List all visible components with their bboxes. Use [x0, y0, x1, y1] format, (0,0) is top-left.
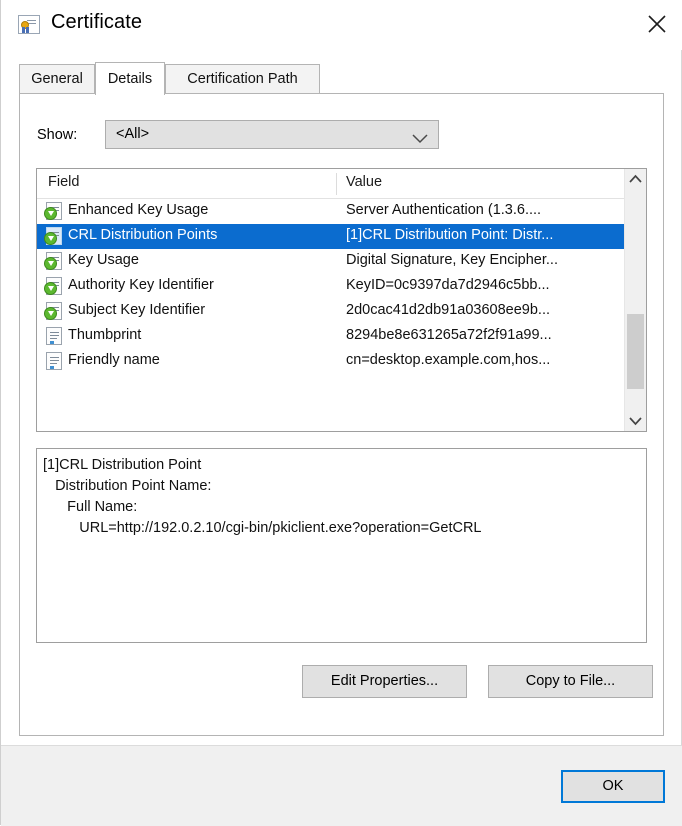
- chevron-down-icon[interactable]: [625, 410, 646, 431]
- chevron-down-icon: [412, 131, 428, 147]
- table-row[interactable]: Thumbprint 8294be8e631265a72f2f91a99...: [37, 324, 646, 349]
- field-list-rows: Enhanced Key Usage Server Authentication…: [37, 199, 646, 374]
- table-row[interactable]: Subject Key Identifier 2d0cac41d2db91a03…: [37, 299, 646, 324]
- certificate-dialog: Certificate General Details Certificatio…: [0, 0, 682, 826]
- row-value: cn=desktop.example.com,hos...: [346, 352, 551, 368]
- row-field: Friendly name: [68, 352, 160, 368]
- row-value: [1]CRL Distribution Point: Distr...: [346, 227, 554, 243]
- column-header-field[interactable]: Field: [48, 174, 79, 190]
- ok-button[interactable]: OK: [561, 770, 665, 803]
- row-value: 8294be8e631265a72f2f91a99...: [346, 327, 552, 343]
- show-dropdown[interactable]: <All>: [105, 120, 439, 149]
- extension-icon: [44, 252, 63, 271]
- table-row[interactable]: Friendly name cn=desktop.example.com,hos…: [37, 349, 646, 374]
- close-icon[interactable]: [631, 0, 682, 46]
- row-field: Key Usage: [68, 252, 139, 268]
- row-field: Thumbprint: [68, 327, 142, 343]
- table-row[interactable]: Key Usage Digital Signature, Key Enciphe…: [37, 249, 646, 274]
- property-icon: [44, 352, 63, 371]
- tab-details[interactable]: Details: [95, 62, 165, 95]
- column-divider: [336, 173, 337, 195]
- scrollbar-thumb[interactable]: [627, 314, 644, 389]
- property-icon: [44, 327, 63, 346]
- row-field: Authority Key Identifier: [68, 277, 214, 293]
- table-row[interactable]: Authority Key Identifier KeyID=0c9397da7…: [37, 274, 646, 299]
- extension-icon: [44, 202, 63, 221]
- show-dropdown-value: <All>: [116, 126, 150, 142]
- table-row[interactable]: CRL Distribution Points [1]CRL Distribut…: [37, 224, 646, 249]
- dialog-footer: OK: [1, 745, 682, 826]
- window-title: Certificate: [51, 11, 143, 33]
- show-label: Show:: [37, 127, 78, 143]
- copy-to-file-button[interactable]: Copy to File...: [488, 665, 653, 698]
- tab-certification-path[interactable]: Certification Path: [165, 64, 320, 94]
- field-list-header: Field Value: [37, 169, 646, 199]
- column-header-value[interactable]: Value: [346, 174, 382, 190]
- field-list[interactable]: Field Value Enhanced Key Usage Server Au…: [36, 168, 647, 432]
- field-detail-box[interactable]: [1]CRL Distribution Point Distribution P…: [36, 448, 647, 643]
- extension-icon: [44, 277, 63, 296]
- row-value: KeyID=0c9397da7d2946c5bb...: [346, 277, 550, 293]
- tab-general[interactable]: General: [19, 64, 95, 94]
- row-value: Digital Signature, Key Encipher...: [346, 252, 558, 268]
- extension-icon: [44, 227, 63, 246]
- field-list-scrollbar[interactable]: [624, 169, 646, 431]
- chevron-up-icon[interactable]: [625, 169, 646, 190]
- certificate-icon: [18, 15, 40, 34]
- field-detail-text: [1]CRL Distribution Point Distribution P…: [43, 457, 482, 536]
- row-field: CRL Distribution Points: [68, 227, 218, 243]
- row-field: Subject Key Identifier: [68, 302, 206, 318]
- row-value: 2d0cac41d2db91a03608ee9b...: [346, 302, 550, 318]
- row-field: Enhanced Key Usage: [68, 202, 209, 218]
- edit-properties-button[interactable]: Edit Properties...: [302, 665, 467, 698]
- extension-icon: [44, 302, 63, 321]
- title-bar: Certificate: [1, 0, 682, 50]
- table-row[interactable]: Enhanced Key Usage Server Authentication…: [37, 199, 646, 224]
- row-value: Server Authentication (1.3.6....: [346, 202, 542, 218]
